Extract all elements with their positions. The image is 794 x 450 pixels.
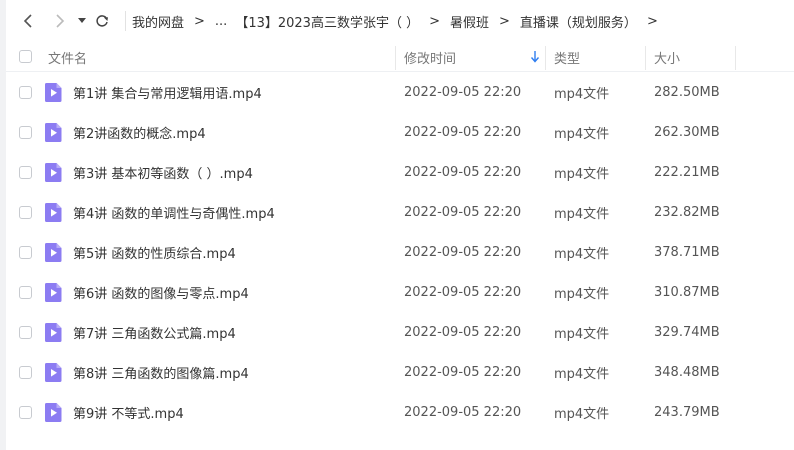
file-modified-time: 2022-09-05 22:20 [404,364,522,380]
column-header-modified[interactable]: 修改时间 [404,42,544,72]
video-file-icon [45,203,62,222]
file-modified-time: 2022-09-05 22:20 [404,84,522,100]
file-name[interactable]: 第8讲 三角函数的图像篇.mp4 [73,352,249,392]
video-file-icon [45,243,62,262]
file-type: mp4文件 [554,286,610,302]
history-dropdown-button[interactable] [76,11,88,31]
file-size: 310.87MB [654,284,720,300]
file-modified-time: 2022-09-05 22:20 [404,284,522,300]
file-type: mp4文件 [554,86,610,102]
video-file-icon [45,163,62,182]
file-type: mp4文件 [554,166,610,182]
breadcrumb-separator: > [499,13,510,29]
file-name[interactable]: 第5讲 函数的性质综合.mp4 [73,232,236,272]
row-checkbox[interactable] [19,366,32,379]
column-divider[interactable] [545,46,546,70]
navigation-bar: 我的网盘 > ... 【13】2023高三数学张宇（ ） > 暑假班 > 直播课… [6,0,794,42]
breadcrumb-separator: > [646,13,658,29]
file-name[interactable]: 第2讲函数的概念.mp4 [73,112,206,152]
file-modified-time: 2022-09-05 22:20 [404,244,522,260]
breadcrumb-item-ellipsis[interactable]: ... [215,14,227,29]
back-button[interactable] [18,11,38,31]
select-all-checkbox[interactable] [19,50,32,63]
breadcrumb-item-course[interactable]: 【13】2023高三数学张宇（ ） [235,12,419,31]
chevron-left-icon [23,14,32,28]
sort-descending-icon[interactable] [530,51,540,63]
breadcrumb-item-live[interactable]: 直播课（规划服务） [520,12,637,31]
chevron-right-icon [56,14,65,28]
row-checkbox[interactable] [19,406,32,419]
column-divider[interactable] [395,46,396,70]
file-size: 222.21MB [654,164,720,180]
file-name[interactable]: 第4讲 函数的单调性与奇偶性.mp4 [73,192,275,232]
file-modified-time: 2022-09-05 22:20 [404,124,522,140]
file-row[interactable]: 第4讲 函数的单调性与奇偶性.mp4 2022-09-05 22:20 mp4文… [6,192,794,232]
column-divider[interactable] [735,46,736,70]
row-checkbox[interactable] [19,166,32,179]
file-size: 243.79MB [654,404,720,420]
forward-button[interactable] [50,11,70,31]
file-type: mp4文件 [554,366,610,382]
file-size: 378.71MB [654,244,720,260]
row-checkbox[interactable] [19,126,32,139]
column-divider[interactable] [645,46,646,70]
breadcrumb-item-summer[interactable]: 暑假班 [450,12,489,31]
refresh-button[interactable] [92,11,112,31]
column-header-type[interactable]: 类型 [554,42,580,72]
column-header-name[interactable]: 文件名 [48,42,87,72]
file-row[interactable]: 第1讲 集合与常用逻辑用语.mp4 2022-09-05 22:20 mp4文件… [6,72,794,112]
file-type: mp4文件 [554,406,610,422]
file-row[interactable]: 第3讲 基本初等函数（ ）.mp4 2022-09-05 22:20 mp4文件… [6,152,794,192]
nav-divider [125,11,126,31]
file-list-header: 文件名 修改时间 类型 大小 [6,42,794,72]
file-size: 282.50MB [654,84,720,100]
file-name[interactable]: 第1讲 集合与常用逻辑用语.mp4 [73,72,262,112]
file-type: mp4文件 [554,246,610,262]
file-name[interactable]: 第6讲 函数的图像与零点.mp4 [73,272,249,312]
file-row[interactable]: 第5讲 函数的性质综合.mp4 2022-09-05 22:20 mp4文件 3… [6,232,794,272]
file-size: 262.30MB [654,124,720,140]
file-name[interactable]: 第7讲 三角函数公式篇.mp4 [73,312,236,352]
breadcrumb-separator: > [194,13,205,29]
file-size: 329.74MB [654,324,720,340]
file-modified-time: 2022-09-05 22:20 [404,404,522,420]
file-row[interactable]: 第7讲 三角函数公式篇.mp4 2022-09-05 22:20 mp4文件 3… [6,312,794,352]
breadcrumb-item-root[interactable]: 我的网盘 [132,12,184,31]
row-checkbox[interactable] [19,286,32,299]
caret-down-icon [78,18,86,23]
row-checkbox[interactable] [19,246,32,259]
file-modified-time: 2022-09-05 22:20 [404,164,522,180]
file-name[interactable]: 第9讲 不等式.mp4 [73,392,184,432]
video-file-icon [45,363,62,382]
video-file-icon [45,83,62,102]
row-checkbox[interactable] [19,326,32,339]
file-type: mp4文件 [554,206,610,222]
file-size: 348.48MB [654,364,720,380]
file-row[interactable]: 第2讲函数的概念.mp4 2022-09-05 22:20 mp4文件 262.… [6,112,794,152]
breadcrumb: 我的网盘 > ... 【13】2023高三数学张宇（ ） > 暑假班 > 直播课… [132,0,668,42]
file-modified-time: 2022-09-05 22:20 [404,324,522,340]
file-row[interactable]: 第9讲 不等式.mp4 2022-09-05 22:20 mp4文件 243.7… [6,392,794,432]
file-name[interactable]: 第3讲 基本初等函数（ ）.mp4 [73,152,253,192]
row-checkbox[interactable] [19,206,32,219]
video-file-icon [45,403,62,422]
file-size: 232.82MB [654,204,720,220]
file-row[interactable]: 第8讲 三角函数的图像篇.mp4 2022-09-05 22:20 mp4文件 … [6,352,794,392]
breadcrumb-separator: > [429,13,440,29]
column-header-size[interactable]: 大小 [654,42,680,72]
video-file-icon [45,323,62,342]
file-type: mp4文件 [554,126,610,142]
file-type: mp4文件 [554,326,610,342]
refresh-icon [96,15,108,27]
video-file-icon [45,123,62,142]
file-modified-time: 2022-09-05 22:20 [404,204,522,220]
file-row[interactable]: 第6讲 函数的图像与零点.mp4 2022-09-05 22:20 mp4文件 … [6,272,794,312]
video-file-icon [45,283,62,302]
row-checkbox[interactable] [19,86,32,99]
